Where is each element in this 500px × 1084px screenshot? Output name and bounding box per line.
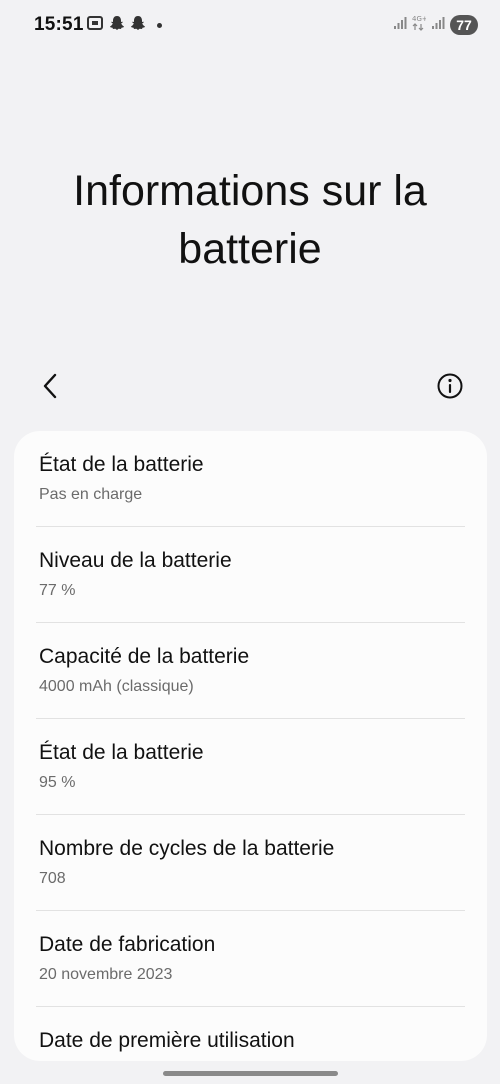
item-title: Niveau de la batterie — [39, 549, 232, 572]
snapchat-notification-icon — [109, 15, 125, 36]
snapchat-notification-icon — [130, 15, 146, 36]
item-title: Date de fabrication — [39, 933, 216, 956]
item-value: 20 novembre 2023 — [39, 966, 173, 983]
battery-indicator: 77 — [450, 15, 478, 35]
list-item-battery-level[interactable]: Niveau de la batterie 77 % — [14, 527, 487, 623]
page-title-line-2: batterie — [178, 225, 322, 273]
list-item-battery-capacity[interactable]: Capacité de la batterie 4000 mAh (classi… — [14, 623, 487, 719]
list-item-cycle-count[interactable]: Nombre de cycles de la batterie 708 — [14, 815, 487, 911]
item-title: Nombre de cycles de la batterie — [39, 837, 335, 860]
more-notifications-dot-icon — [157, 22, 162, 28]
back-button[interactable] — [34, 370, 66, 402]
battery-info-card: État de la batterie Pas en charge Niveau… — [14, 431, 487, 1061]
item-title: Capacité de la batterie — [39, 645, 250, 668]
list-item-battery-status[interactable]: État de la batterie Pas en charge — [14, 431, 487, 527]
status-left-icons — [86, 15, 162, 36]
4g-data-icon: 4G+ — [412, 14, 428, 37]
list-item-first-use-date[interactable]: Date de première utilisation — [14, 1007, 487, 1061]
page-title: Informations sur la batterie — [0, 162, 500, 278]
page-title-line-1: Informations sur la — [73, 167, 427, 215]
list-item-battery-health[interactable]: État de la batterie 95 % — [14, 719, 487, 815]
status-right-icons: 4G+ 77 — [393, 14, 478, 36]
info-button[interactable] — [434, 370, 466, 402]
list-item-manufacture-date[interactable]: Date de fabrication 20 novembre 2023 — [14, 911, 487, 1007]
svg-text:4G+: 4G+ — [412, 15, 426, 23]
status-bar: 15:51 4G+ 77 — [0, 0, 500, 52]
item-title: État de la batterie — [39, 741, 204, 764]
signal-icon — [393, 16, 407, 35]
signal-icon — [431, 16, 445, 35]
item-value: 4000 mAh (classique) — [39, 678, 194, 695]
status-time: 15:51 — [34, 14, 84, 35]
item-value: Pas en charge — [39, 486, 143, 503]
chevron-left-icon — [43, 373, 57, 399]
item-value: 708 — [39, 870, 66, 887]
home-indicator[interactable] — [163, 1071, 338, 1076]
item-title: Date de première utilisation — [39, 1029, 295, 1052]
screenshot-notification-icon — [86, 15, 104, 36]
item-title: État de la batterie — [39, 453, 204, 476]
info-icon — [437, 373, 463, 399]
item-value: 95 % — [39, 774, 76, 791]
item-value: 77 % — [39, 582, 76, 599]
